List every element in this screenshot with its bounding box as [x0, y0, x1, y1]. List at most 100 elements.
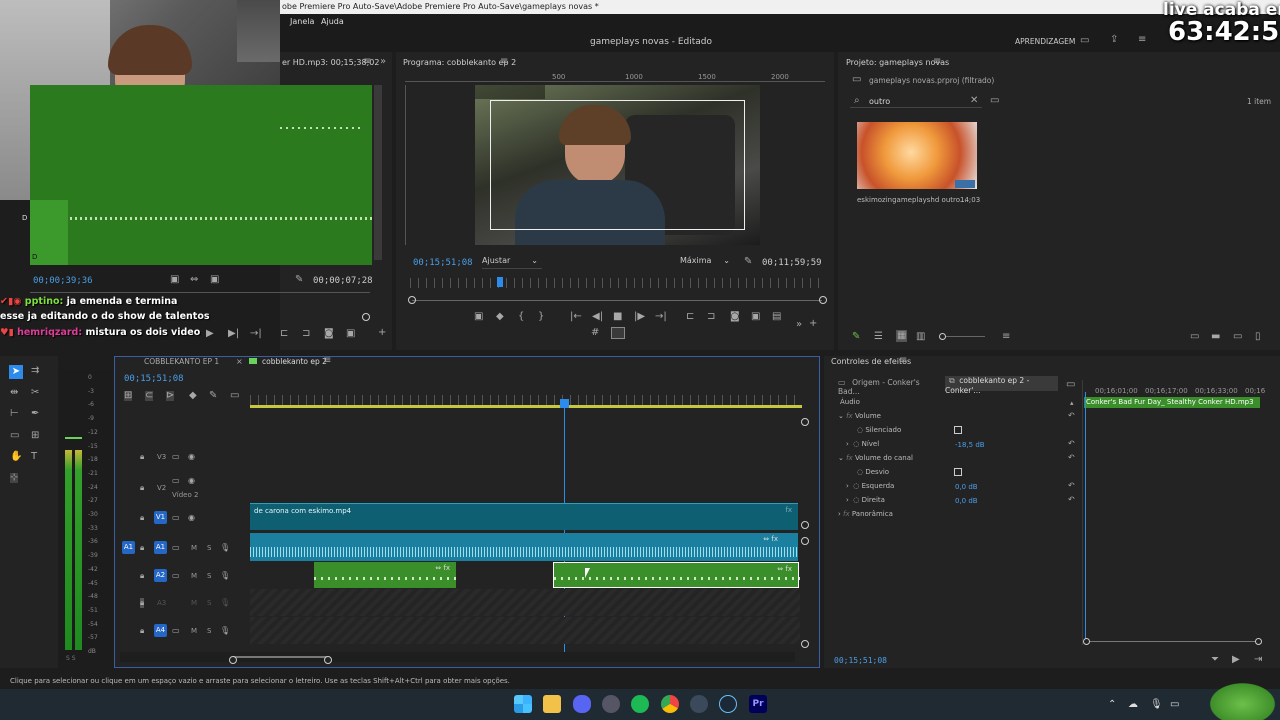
program-quality-dropdown[interactable]: Máxima ⌄ [680, 256, 732, 269]
trash-icon[interactable]: ▯ [1255, 332, 1261, 342]
share-icon[interactable]: ⇪ [1110, 35, 1118, 45]
mic-icon[interactable]: 🎙︎ [220, 571, 230, 581]
mute-a1[interactable]: M [191, 544, 197, 552]
effects-panel-icon[interactable]: ▭ [1066, 380, 1075, 390]
mute-a3[interactable]: M [191, 599, 197, 607]
source-compare-icon[interactable]: ▣ [346, 329, 355, 339]
program-add-icon[interactable]: + [809, 319, 817, 329]
scroll-up-icon[interactable]: ▴ [1070, 398, 1074, 408]
effects-seq-tab[interactable]: ⧉ cobblekanto ep 2 - Conker'... [945, 376, 1058, 395]
spotify-icon[interactable] [631, 695, 649, 713]
effects-left-row[interactable]: › ◌ Esquerda [846, 482, 894, 490]
caption-tool-icon[interactable]: ⊹ [10, 473, 19, 483]
settings-app-icon[interactable] [602, 695, 620, 713]
effects-left-value[interactable]: 0,0 dB [955, 483, 978, 491]
panel-icon[interactable]: ▭ [1080, 36, 1089, 46]
reset-icon[interactable]: ↶ [1068, 439, 1075, 449]
project-zoom-handle[interactable] [939, 333, 946, 340]
silenced-checkbox[interactable] [954, 426, 962, 434]
project-search-input[interactable]: outro [869, 97, 890, 106]
lock-icon[interactable]: 🔒︎ [140, 571, 144, 581]
track-a1-source[interactable]: A1 [122, 541, 135, 554]
program-transform-box[interactable] [490, 100, 745, 230]
effects-zoom-left[interactable] [1083, 638, 1090, 645]
program-scrub-end[interactable] [819, 296, 827, 304]
pen-tool-icon[interactable]: ✒ [31, 409, 39, 419]
source-fit-icon[interactable]: ⇔ [190, 275, 198, 285]
track-a4-target[interactable]: A4 [154, 624, 167, 637]
timeline-hscroll-left[interactable] [229, 656, 237, 664]
premiere-icon[interactable]: Pr [749, 695, 767, 713]
program-menu-icon[interactable]: ≡ [500, 57, 508, 67]
program-step-fwd-icon[interactable]: |▶ [634, 312, 645, 322]
clear-search-icon[interactable]: ✕ [970, 96, 978, 106]
lock-icon[interactable]: 🔒︎ [140, 598, 145, 608]
mic-icon[interactable]: 🎙︎ [220, 626, 230, 636]
program-out-icon[interactable]: } [538, 312, 544, 322]
program-safe-margins-button[interactable] [611, 327, 625, 339]
lock-icon[interactable]: 🔒︎ [140, 483, 144, 493]
project-menu-icon[interactable]: ≡ [933, 57, 941, 67]
add-marker-icon[interactable]: ◆ [189, 391, 197, 401]
program-lift-icon[interactable]: ⊏ [686, 312, 694, 322]
lock-icon[interactable]: 🔒︎ [140, 513, 144, 523]
solo-a2[interactable]: S [207, 572, 211, 580]
program-mini-ruler[interactable] [410, 278, 825, 288]
solo-a1[interactable]: S [207, 544, 211, 552]
snap-icon[interactable]: ⊂ [145, 391, 154, 401]
program-settings-icon[interactable]: ▣ [474, 312, 483, 322]
bypass-checkbox[interactable] [954, 468, 962, 476]
lock-icon[interactable]: 🔒︎ [140, 626, 144, 636]
effects-zoom-right[interactable] [1255, 638, 1262, 645]
program-stop-icon[interactable]: ■ [613, 312, 622, 322]
project-zoom-slider[interactable] [945, 336, 985, 337]
lock-icon[interactable]: 🔒︎ [140, 543, 144, 553]
program-scrub-start[interactable] [408, 296, 416, 304]
program-grid-icon[interactable]: # [591, 328, 599, 338]
chrome-icon[interactable] [661, 695, 679, 713]
menu-ajuda[interactable]: Ajuda [321, 17, 344, 26]
eye-icon[interactable]: ◉ [188, 476, 195, 486]
track-v1-target[interactable]: V1 [154, 511, 167, 524]
file-explorer-icon[interactable] [543, 695, 561, 713]
effects-right-value[interactable]: 0,0 dB [955, 497, 978, 505]
program-goto-in-icon[interactable]: |← [570, 312, 582, 322]
zoom-ripple-icon[interactable]: ⊞ [31, 431, 39, 441]
source-more-icon[interactable]: » [380, 57, 386, 67]
text-tool-icon[interactable]: T [31, 452, 37, 462]
timeline-tab-menu-icon[interactable]: ≡ [323, 356, 331, 366]
razor-tool-icon[interactable]: ✂ [31, 388, 39, 398]
new-bin-icon[interactable]: ▭ [990, 96, 999, 106]
rect-tool-icon[interactable]: ▭ [10, 431, 19, 441]
program-extract-icon[interactable]: ⊐ [707, 312, 715, 322]
effects-right-row[interactable]: › ◌ Direita [846, 496, 885, 504]
sync-lock-icon[interactable]: ▭ [172, 452, 180, 462]
reset-icon[interactable]: ↶ [1068, 453, 1075, 463]
source-playhead[interactable] [362, 313, 370, 321]
timeline-hscroll-right[interactable] [324, 656, 332, 664]
hand-tool-icon[interactable]: ✋ [10, 452, 22, 462]
timeline-tab-1[interactable]: COBBLEKANTO EP 1 [144, 357, 219, 366]
captions-icon[interactable]: ▭ [230, 391, 239, 401]
source-scrollbar[interactable] [374, 85, 382, 260]
reset-icon[interactable]: ↶ [1068, 411, 1075, 421]
effects-level-value[interactable]: -18,5 dB [955, 441, 985, 449]
program-compare-icon[interactable]: ▣ [751, 312, 760, 322]
effects-source-tab[interactable]: ▭ Origem - Conker's Bad... [838, 378, 940, 396]
effects-clip-bar[interactable]: Conker's Bad Fur Day_ Stealthy Conker HD… [1084, 397, 1260, 408]
track-a1-target[interactable]: A1 [154, 541, 167, 554]
effects-channel-row[interactable]: ⌄ fx Volume do canal [838, 454, 913, 462]
pencil-icon[interactable]: ✎ [852, 332, 860, 342]
program-wrench-icon[interactable]: ✎ [744, 257, 752, 267]
track-a2-target[interactable]: A2 [154, 569, 167, 582]
track-select-icon[interactable]: ⇉ [31, 366, 39, 376]
solo-a4[interactable]: S [207, 627, 211, 635]
icon-view-icon[interactable]: ▦ [896, 330, 908, 342]
sync-lock-icon[interactable]: ▭ [172, 476, 180, 486]
new-folder-icon[interactable]: ▬ [1211, 332, 1220, 342]
cloud-icon[interactable]: ☁ [1128, 700, 1138, 710]
new-item-icon[interactable]: ▭ [1233, 332, 1242, 342]
program-vr-icon[interactable]: ▤ [772, 312, 781, 322]
reset-icon[interactable]: ↶ [1068, 481, 1075, 491]
effects-volume-row[interactable]: ⌄ fx Volume [838, 412, 881, 420]
